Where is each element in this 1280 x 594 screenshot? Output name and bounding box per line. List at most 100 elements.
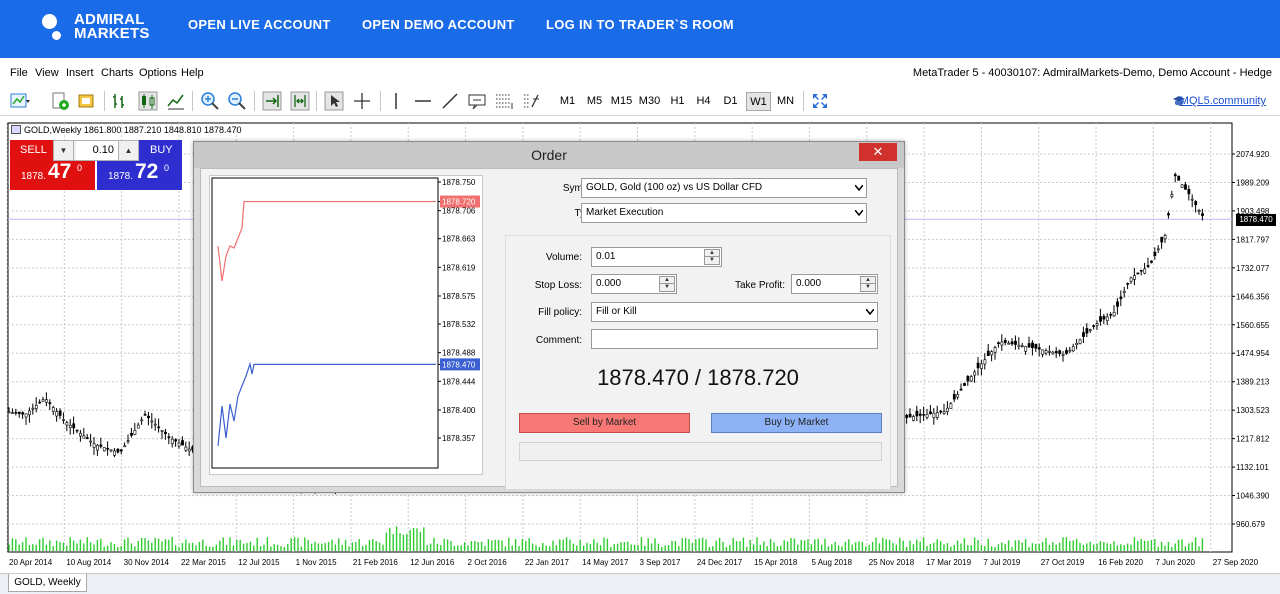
- menu-bar: File View Insert Charts Options Help Met…: [0, 62, 1280, 84]
- spin-up-icon[interactable]: ▲: [660, 277, 674, 284]
- sell-by-market-button[interactable]: Sell by Market: [519, 413, 690, 433]
- toolbar-separator: [254, 91, 255, 111]
- candle-bear: [1109, 314, 1113, 316]
- candle-bear: [1139, 269, 1143, 272]
- cursor-icon[interactable]: [324, 91, 344, 111]
- new-order-icon[interactable]: [50, 91, 70, 111]
- timeframe-h4[interactable]: H4: [691, 92, 716, 111]
- buy-by-market-button[interactable]: Buy by Market: [711, 413, 882, 433]
- menu-insert[interactable]: Insert: [66, 67, 94, 79]
- timeframe-m5[interactable]: M5: [582, 92, 607, 111]
- trendline-icon[interactable]: [440, 91, 460, 111]
- stop-loss-value: 0.000: [596, 278, 622, 289]
- fibonacci-icon[interactable]: [494, 91, 514, 111]
- candle-bull: [980, 363, 983, 369]
- tick-y-axis-label: 1878.532: [442, 320, 476, 329]
- new-chart-icon[interactable]: [10, 91, 30, 111]
- menu-view[interactable]: View: [35, 67, 59, 79]
- volume-spin-buttons[interactable]: ▲ ▼: [704, 249, 720, 265]
- y-axis-tick-label: 1474.954: [1236, 349, 1270, 358]
- timeframe-d1[interactable]: D1: [718, 92, 743, 111]
- timeframe-m15[interactable]: M15: [608, 92, 635, 111]
- one-click-volume-value[interactable]: 0.10: [76, 141, 118, 160]
- spin-down-icon[interactable]: ▼: [861, 284, 875, 291]
- menu-help[interactable]: Help: [181, 67, 204, 79]
- menu-file[interactable]: File: [10, 67, 28, 79]
- comment-input[interactable]: [591, 329, 878, 349]
- fill-policy-label: Fill policy:: [538, 307, 582, 318]
- candle-bear: [1085, 328, 1089, 334]
- candle-bull: [79, 432, 82, 437]
- timeframe-h1[interactable]: H1: [665, 92, 690, 111]
- fullscreen-icon[interactable]: [810, 91, 830, 111]
- take-profit-spin-buttons[interactable]: ▲ ▼: [860, 276, 876, 292]
- timeframe-w1[interactable]: W1: [746, 92, 771, 111]
- x-axis-tick-label: 27 Sep 2020: [1213, 558, 1259, 567]
- candle-bear: [1116, 301, 1119, 307]
- order-type-select[interactable]: Market Execution: [581, 203, 867, 223]
- timeframe-m30[interactable]: M30: [636, 92, 663, 111]
- open-demo-account-link[interactable]: OPEN DEMO ACCOUNT: [362, 17, 515, 33]
- login-traders-room-link[interactable]: LOG IN TO TRADER`S ROOM: [546, 17, 734, 33]
- spin-up-icon[interactable]: ▲: [705, 250, 719, 257]
- candle-bear: [1136, 272, 1140, 275]
- volume-input[interactable]: 0.01 ▲ ▼: [591, 247, 722, 267]
- mql5-community-link[interactable]: MQL5.community: [1180, 95, 1266, 107]
- admiral-markets-logo[interactable]: ADMIRAL MARKETS: [42, 10, 152, 48]
- volume-up-icon[interactable]: ▲: [118, 141, 138, 160]
- tick-y-axis-label: 1878.400: [442, 406, 476, 415]
- zoom-out-icon[interactable]: [227, 91, 247, 111]
- candle-bear: [143, 414, 147, 416]
- stop-loss-spin-buttons[interactable]: ▲ ▼: [659, 276, 675, 292]
- timeframe-mn[interactable]: MN: [773, 92, 798, 111]
- logo-dot-icon: [42, 14, 57, 29]
- menu-charts[interactable]: Charts: [101, 67, 133, 79]
- x-axis-tick-label: 22 Mar 2015: [181, 558, 226, 567]
- candle-bull: [102, 447, 106, 452]
- candle-bear: [72, 423, 76, 429]
- fill-policy-select[interactable]: Fill or Kill: [591, 302, 878, 322]
- open-live-account-link[interactable]: OPEN LIVE ACCOUNT: [188, 17, 331, 33]
- symbol-select[interactable]: GOLD, Gold (100 oz) vs US Dollar CFD: [581, 178, 867, 198]
- candle-bull: [31, 407, 35, 410]
- logo-text-line2: MARKETS: [74, 25, 150, 42]
- y-axis-tick-label: 960.679: [1236, 520, 1265, 529]
- order-dialog-titlebar[interactable]: Order ✕: [194, 142, 904, 168]
- take-profit-input[interactable]: 0.000 ▲ ▼: [791, 274, 878, 294]
- stop-loss-input[interactable]: 0.000 ▲ ▼: [591, 274, 677, 294]
- y-axis-tick-label: 1732.077: [1236, 264, 1270, 273]
- vertical-line-icon[interactable]: [386, 91, 406, 111]
- shapes-icon[interactable]: [521, 91, 541, 111]
- volume-dropdown-icon[interactable]: ▼: [54, 141, 74, 160]
- spin-down-icon[interactable]: ▼: [660, 284, 674, 291]
- candle-bull: [24, 413, 28, 418]
- spin-down-icon[interactable]: ▼: [705, 257, 719, 264]
- close-icon[interactable]: ✕: [859, 143, 897, 161]
- candle-bear: [1065, 350, 1068, 354]
- algo-trading-icon[interactable]: [77, 91, 97, 111]
- auto-scroll-icon[interactable]: [262, 91, 282, 111]
- bid-ask-price-display: 1878.470 / 1878.720: [597, 365, 799, 390]
- candle-bear: [85, 437, 89, 439]
- line-chart-icon[interactable]: [166, 91, 186, 111]
- text-label-icon[interactable]: [467, 91, 487, 111]
- timeframe-m1[interactable]: M1: [555, 92, 580, 111]
- spin-up-icon[interactable]: ▲: [861, 277, 875, 284]
- one-click-volume-stepper[interactable]: ▼ 0.10 ▲: [53, 140, 139, 161]
- crosshair-icon[interactable]: [352, 91, 372, 111]
- horizontal-line-icon[interactable]: [413, 91, 433, 111]
- tab-gold-weekly[interactable]: GOLD, Weekly: [8, 574, 87, 592]
- bar-chart-icon[interactable]: [110, 91, 130, 111]
- buy-price-sup: 0: [164, 163, 170, 173]
- zoom-in-icon[interactable]: [200, 91, 220, 111]
- y-axis-tick-label: 1560.655: [1236, 321, 1270, 330]
- take-profit-label: Take Profit:: [734, 280, 785, 291]
- tick-y-axis-label: 1878.488: [442, 349, 476, 358]
- candle-bear: [99, 444, 103, 447]
- y-axis-tick-label: 1046.390: [1236, 492, 1270, 501]
- candle-bull: [993, 347, 997, 353]
- menu-options[interactable]: Options: [139, 67, 177, 79]
- chart-shift-icon[interactable]: [290, 91, 310, 111]
- candle-bear: [1058, 350, 1062, 354]
- candlestick-icon[interactable]: [138, 91, 158, 111]
